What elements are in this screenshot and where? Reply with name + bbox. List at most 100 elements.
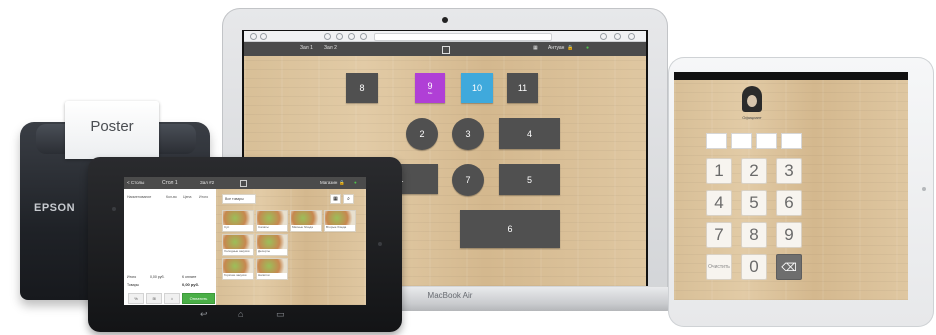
table-3[interactable]: 3 xyxy=(452,118,484,150)
grid-view-icon[interactable]: ▦ xyxy=(330,194,341,204)
pos-top-bar: Зал 1 Зал 2 ▦ Антуан 🔒 ● xyxy=(244,42,646,56)
browser-reader-icon[interactable] xyxy=(348,33,355,40)
calculator-icon[interactable]: ▦ xyxy=(533,45,538,51)
discount-button[interactable]: % xyxy=(128,293,144,304)
product-image xyxy=(325,211,355,225)
product-label: Напитки xyxy=(258,273,270,277)
product-label: Вторые блюда xyxy=(326,225,347,229)
product-image xyxy=(257,211,287,225)
macbook-label: MacBook Air xyxy=(427,291,473,300)
product-label: Мясные блюда xyxy=(292,225,313,229)
product-tile[interactable]: Холодные закуски xyxy=(222,234,254,256)
hall-tab-1[interactable]: Зал 1 xyxy=(300,45,313,51)
product-tile[interactable]: Напитки xyxy=(256,258,288,280)
keypad-7[interactable]: 7 xyxy=(706,222,732,248)
lock-icon[interactable]: 🔒 xyxy=(339,180,345,186)
table-9[interactable]: 9 Stu xyxy=(415,73,445,103)
table-label: 7 xyxy=(465,175,471,185)
keypad-5[interactable]: 5 xyxy=(741,190,767,216)
browser-url-bar[interactable] xyxy=(374,33,552,41)
keypad-1[interactable]: 1 xyxy=(706,158,732,184)
product-label: Холодные закуски xyxy=(224,249,250,253)
product-image xyxy=(223,259,253,273)
table-10[interactable]: 10 xyxy=(461,73,493,103)
product-image xyxy=(223,211,253,225)
product-label: Суп xyxy=(224,225,230,229)
table-label: 2 xyxy=(419,129,425,139)
keypad-9[interactable]: 9 xyxy=(776,222,802,248)
product-tile[interactable]: Суп xyxy=(222,210,254,232)
browser-sidebar-icon[interactable] xyxy=(260,33,267,40)
browser-bookmark-icon[interactable] xyxy=(336,33,343,40)
to-pay-value: 0,00 руб. xyxy=(182,282,200,287)
keypad-4[interactable]: 4 xyxy=(706,190,732,216)
total-label: Итого xyxy=(127,275,137,279)
product-tile[interactable]: Салаты xyxy=(256,210,288,232)
keypad-clear[interactable]: Очистить xyxy=(706,254,732,280)
product-tile[interactable]: Вторые блюда xyxy=(324,210,356,232)
keypad-delete[interactable]: ⌫ xyxy=(776,254,802,280)
waiter-name: Официант xyxy=(742,115,762,120)
order-top-bar: < Столы Стол 1 Зал #2 Магазин 🔒 ● xyxy=(124,177,366,189)
browser-tabs-icon[interactable] xyxy=(614,33,621,40)
search-icon[interactable]: ⌕ xyxy=(343,194,354,204)
tablet-sensor xyxy=(378,242,382,246)
macbook-camera xyxy=(442,17,448,23)
edit-icon[interactable] xyxy=(240,180,247,187)
print-button[interactable]: ⌂ xyxy=(164,293,180,304)
table-7[interactable]: 7 xyxy=(452,164,484,196)
table-2[interactable]: 2 xyxy=(406,118,438,150)
table-label: 3 xyxy=(465,129,471,139)
keypad-2[interactable]: 2 xyxy=(741,158,767,184)
user-name[interactable]: Антуан xyxy=(548,45,564,51)
back-to-tables-button[interactable]: < Столы xyxy=(127,180,144,185)
online-status-icon: ● xyxy=(354,180,357,185)
tablet-camera xyxy=(112,207,116,211)
browser-download-icon[interactable] xyxy=(600,33,607,40)
nav-home-icon[interactable]: ⌂ xyxy=(238,309,243,319)
product-tile[interactable]: Мясные блюда xyxy=(290,210,322,232)
nav-recents-icon[interactable]: ▭ xyxy=(276,309,285,320)
table-6[interactable]: 6 xyxy=(460,210,560,248)
keypad-6[interactable]: 6 xyxy=(776,190,802,216)
browser-history-icon[interactable] xyxy=(360,33,367,40)
table-waiter-label: Stu xyxy=(427,91,433,95)
category-selector[interactable]: Все товары xyxy=(222,194,256,204)
table-label: 10 xyxy=(471,83,482,93)
edit-layout-icon[interactable] xyxy=(442,46,450,54)
table-4[interactable]: 4 xyxy=(499,118,560,149)
to-pay-label: К оплате xyxy=(182,275,197,279)
ipad-status-bar xyxy=(674,72,908,80)
keypad-3[interactable]: 3 xyxy=(776,158,802,184)
split-button[interactable]: ⊞ xyxy=(146,293,162,304)
printer-brand: EPSON xyxy=(34,202,76,214)
table-label: 9 xyxy=(427,81,433,91)
browser-back-icon[interactable] xyxy=(250,33,257,40)
pin-digit-1 xyxy=(706,133,727,149)
waiter-avatar-face xyxy=(747,95,757,107)
table-5[interactable]: 5 xyxy=(499,164,560,195)
nav-back-icon[interactable]: ↩ xyxy=(200,309,208,320)
column-price: Цена xyxy=(183,195,192,199)
ipad-home-button[interactable] xyxy=(922,187,926,191)
shop-name[interactable]: Магазин xyxy=(320,180,337,185)
product-tile[interactable]: Десерты xyxy=(256,234,288,256)
browser-share-icon[interactable] xyxy=(324,33,331,40)
table-8[interactable]: 8 xyxy=(346,73,378,103)
pay-button[interactable]: Оплатить xyxy=(182,293,215,304)
lock-icon[interactable]: 🔒 xyxy=(567,45,573,51)
product-image xyxy=(223,235,253,249)
table-label: 11 xyxy=(517,83,528,93)
product-image xyxy=(291,211,321,225)
browser-new-tab-icon[interactable] xyxy=(628,33,635,40)
order-title: Стол 1 xyxy=(162,180,178,186)
hall-tab-2[interactable]: Зал 2 xyxy=(324,45,337,51)
total-value: 0,00 руб. xyxy=(150,275,165,279)
android-nav-bar: ↩ ⌂ ▭ xyxy=(124,305,366,325)
table-11[interactable]: 11 xyxy=(507,73,538,103)
keypad-8[interactable]: 8 xyxy=(741,222,767,248)
keypad-0[interactable]: 0 xyxy=(741,254,767,280)
hall-tag: Зал #2 xyxy=(200,180,215,185)
product-image xyxy=(257,235,287,249)
product-tile[interactable]: Горячие закуски xyxy=(222,258,254,280)
